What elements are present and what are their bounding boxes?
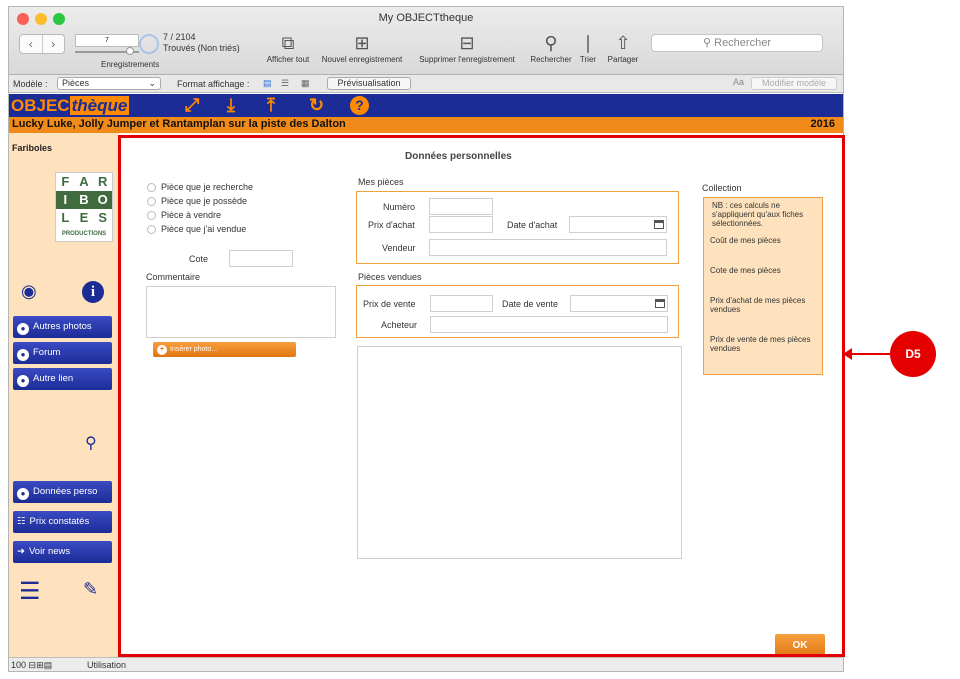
delete-record-icon: ⊟ xyxy=(459,33,475,53)
help-icon[interactable]: ? xyxy=(350,96,369,115)
callout-arrow-head xyxy=(843,348,852,360)
news-button[interactable]: ➜ Voir news xyxy=(13,541,112,563)
window-title: My OBJECTtheque xyxy=(378,12,474,24)
globe-icon: ● xyxy=(17,375,29,387)
share-button[interactable]: ⇧ Partager xyxy=(601,31,645,64)
preview-button[interactable]: Prévisualisation xyxy=(327,77,411,90)
zoom-controls-icon[interactable]: ⊟⊞▤ xyxy=(29,660,53,670)
sort-button[interactable]: ∣ Trier xyxy=(575,31,601,64)
modify-model-button[interactable]: Modifier modèle xyxy=(751,77,837,90)
import-icon[interactable]: ⤓ xyxy=(227,95,235,116)
sidebar-title: Fariboles xyxy=(12,143,53,153)
other-photos-button[interactable]: ● Autres photos xyxy=(13,316,112,338)
callout-arrow xyxy=(848,353,890,355)
record-count: 7 / 2104 xyxy=(163,32,196,42)
record-title: Lucky Luke, Jolly Jumper et Rantamplan s… xyxy=(12,118,346,130)
highlight-frame xyxy=(118,135,845,657)
arrow-right-icon: ➜ xyxy=(17,546,25,557)
layout-bar: Modèle : Pièces ⌄ Format affichage : ▤ ☰… xyxy=(9,75,843,93)
new-record-button[interactable]: ⊞ Nouvel enregistrement xyxy=(317,31,407,64)
record-slider-handle[interactable] xyxy=(126,47,134,55)
table-view-icon[interactable]: ▦ xyxy=(301,78,310,89)
record-count-status: Trouvés (Non triés) xyxy=(163,43,240,53)
font-size-icon[interactable]: Aa xyxy=(733,77,744,87)
new-record-icon: ⊞ xyxy=(354,33,370,53)
form-view-icon[interactable]: ▤ xyxy=(263,78,272,89)
delete-record-button[interactable]: ⊟ Supprimer l'enregistrement xyxy=(409,31,525,64)
cart-icon: ☷ xyxy=(17,516,26,527)
previous-record-button[interactable]: ‹ xyxy=(20,35,43,53)
find-button[interactable]: ⚲ Rechercher xyxy=(525,31,577,64)
record-number-field[interactable]: 7 xyxy=(75,34,139,47)
found-pie-icon xyxy=(139,34,159,54)
mode-indicator: Utilisation xyxy=(87,660,127,670)
show-all-icon: ⧉ xyxy=(281,33,295,53)
search-input[interactable]: ⚲ Rechercher xyxy=(651,34,823,52)
record-nav: ‹ › xyxy=(19,34,65,54)
sidebar: Fariboles F A R I B O L E S PRODUCTIONS … xyxy=(9,133,119,657)
publisher-logo: F A R I B O L E S PRODUCTIONS xyxy=(55,172,113,242)
status-bar: 100 ⊟⊞▤ Utilisation xyxy=(9,657,843,671)
format-label: Format affichage : xyxy=(177,79,250,89)
toolbar: My OBJECTtheque ‹ › 7 Enregistrements 7 … xyxy=(9,7,843,75)
globe-icon: ● xyxy=(17,323,29,335)
show-all-button[interactable]: ⧉ Afficher tout xyxy=(259,31,317,64)
record-year: 2016 xyxy=(810,118,835,130)
forum-button[interactable]: ● Forum xyxy=(13,342,112,364)
observed-prices-button[interactable]: ☷ Prix constatés xyxy=(13,511,112,533)
zoom-level[interactable]: 100 ⊟⊞▤ xyxy=(11,660,52,671)
search-icon: ⚲ xyxy=(703,37,715,49)
personal-data-button[interactable]: ● Données perso xyxy=(13,481,112,503)
edit-icon[interactable]: ✎ xyxy=(83,579,98,600)
menu-icon[interactable]: ☰ xyxy=(19,577,41,606)
share-icon: ⇧ xyxy=(615,33,631,53)
search-icon[interactable]: ⚲ xyxy=(85,433,97,453)
callout-badge: D5 xyxy=(890,331,936,377)
other-link-button[interactable]: ● Autre lien xyxy=(13,368,112,390)
next-record-button[interactable]: › xyxy=(43,35,65,53)
list-view-icon[interactable]: ☰ xyxy=(281,78,289,89)
model-label: Modèle : xyxy=(13,79,48,89)
expand-icon[interactable]: ⤢ xyxy=(185,95,199,116)
export-icon[interactable]: ⤒ xyxy=(267,95,275,116)
sort-icon: ∣ xyxy=(583,33,593,53)
search-icon: ⚲ xyxy=(544,33,558,53)
refresh-icon[interactable]: ↻ xyxy=(309,95,324,116)
record-title-bar: Lucky Luke, Jolly Jumper et Rantamplan s… xyxy=(9,117,843,133)
info-icon[interactable]: i xyxy=(82,281,104,303)
logo: OBJEC thèque xyxy=(11,96,130,115)
chevron-down-icon: ⌄ xyxy=(148,78,156,88)
camera-icon[interactable]: ◉ xyxy=(21,281,37,302)
app-header: OBJEC thèque ⤢ ⤓ ⤒ ↻ ? xyxy=(9,94,843,117)
records-label: Enregistrements xyxy=(101,60,160,69)
user-icon: ● xyxy=(17,488,29,500)
globe-icon: ● xyxy=(17,349,29,361)
model-select[interactable]: Pièces ⌄ xyxy=(57,77,161,90)
